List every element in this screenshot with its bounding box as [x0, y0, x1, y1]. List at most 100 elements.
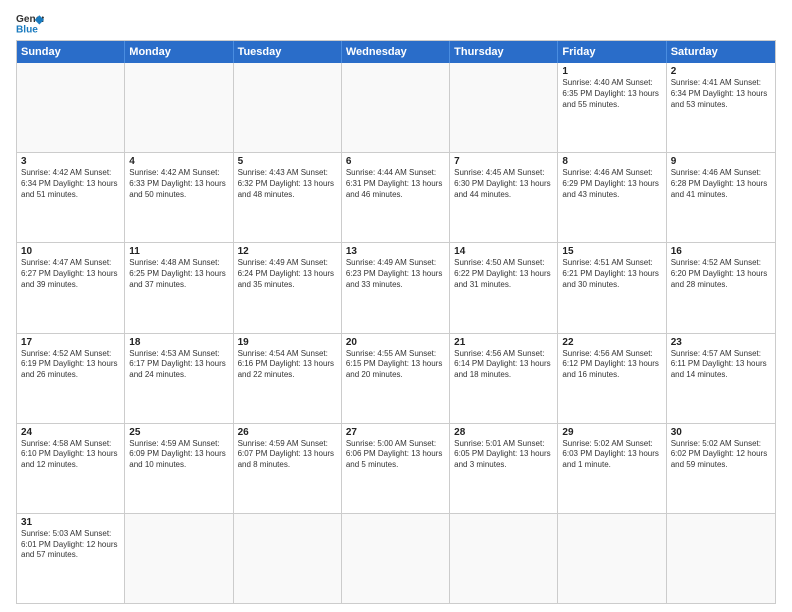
day-number: 24: [21, 427, 120, 438]
cal-cell: 7Sunrise: 4:45 AM Sunset: 6:30 PM Daylig…: [450, 153, 558, 242]
day-number: 27: [346, 427, 445, 438]
cal-cell: 16Sunrise: 4:52 AM Sunset: 6:20 PM Dayli…: [667, 243, 775, 332]
cal-cell: [125, 63, 233, 152]
sun-info: Sunrise: 4:58 AM Sunset: 6:10 PM Dayligh…: [21, 439, 120, 471]
cal-cell: 11Sunrise: 4:48 AM Sunset: 6:25 PM Dayli…: [125, 243, 233, 332]
cal-cell: 29Sunrise: 5:02 AM Sunset: 6:03 PM Dayli…: [558, 424, 666, 513]
day-number: 18: [129, 337, 228, 348]
cal-cell: 20Sunrise: 4:55 AM Sunset: 6:15 PM Dayli…: [342, 334, 450, 423]
sun-info: Sunrise: 4:45 AM Sunset: 6:30 PM Dayligh…: [454, 168, 553, 200]
header-cell-monday: Monday: [125, 41, 233, 63]
svg-text:Blue: Blue: [16, 24, 38, 34]
day-number: 10: [21, 246, 120, 257]
header-cell-sunday: Sunday: [17, 41, 125, 63]
cal-cell: [17, 63, 125, 152]
calendar-row-2: 10Sunrise: 4:47 AM Sunset: 6:27 PM Dayli…: [17, 242, 775, 332]
sun-info: Sunrise: 4:41 AM Sunset: 6:34 PM Dayligh…: [671, 78, 771, 110]
sun-info: Sunrise: 4:40 AM Sunset: 6:35 PM Dayligh…: [562, 78, 661, 110]
cal-cell: 9Sunrise: 4:46 AM Sunset: 6:28 PM Daylig…: [667, 153, 775, 242]
sun-info: Sunrise: 4:53 AM Sunset: 6:17 PM Dayligh…: [129, 349, 228, 381]
cal-cell: 3Sunrise: 4:42 AM Sunset: 6:34 PM Daylig…: [17, 153, 125, 242]
sun-info: Sunrise: 5:00 AM Sunset: 6:06 PM Dayligh…: [346, 439, 445, 471]
day-number: 14: [454, 246, 553, 257]
cal-cell: 2Sunrise: 4:41 AM Sunset: 6:34 PM Daylig…: [667, 63, 775, 152]
cal-cell: 8Sunrise: 4:46 AM Sunset: 6:29 PM Daylig…: [558, 153, 666, 242]
sun-info: Sunrise: 4:55 AM Sunset: 6:15 PM Dayligh…: [346, 349, 445, 381]
cal-cell: [667, 514, 775, 603]
day-number: 12: [238, 246, 337, 257]
cal-cell: 17Sunrise: 4:52 AM Sunset: 6:19 PM Dayli…: [17, 334, 125, 423]
sun-info: Sunrise: 4:50 AM Sunset: 6:22 PM Dayligh…: [454, 258, 553, 290]
cal-cell: 27Sunrise: 5:00 AM Sunset: 6:06 PM Dayli…: [342, 424, 450, 513]
cal-cell: [234, 63, 342, 152]
sun-info: Sunrise: 5:03 AM Sunset: 6:01 PM Dayligh…: [21, 529, 120, 561]
day-number: 31: [21, 517, 120, 528]
cal-cell: 6Sunrise: 4:44 AM Sunset: 6:31 PM Daylig…: [342, 153, 450, 242]
cal-cell: 10Sunrise: 4:47 AM Sunset: 6:27 PM Dayli…: [17, 243, 125, 332]
day-number: 4: [129, 156, 228, 167]
sun-info: Sunrise: 4:52 AM Sunset: 6:19 PM Dayligh…: [21, 349, 120, 381]
cal-cell: 1Sunrise: 4:40 AM Sunset: 6:35 PM Daylig…: [558, 63, 666, 152]
cal-cell: 24Sunrise: 4:58 AM Sunset: 6:10 PM Dayli…: [17, 424, 125, 513]
cal-cell: [450, 63, 558, 152]
sun-info: Sunrise: 4:42 AM Sunset: 6:33 PM Dayligh…: [129, 168, 228, 200]
cal-cell: 4Sunrise: 4:42 AM Sunset: 6:33 PM Daylig…: [125, 153, 233, 242]
day-number: 1: [562, 66, 661, 77]
cal-cell: 31Sunrise: 5:03 AM Sunset: 6:01 PM Dayli…: [17, 514, 125, 603]
day-number: 22: [562, 337, 661, 348]
sun-info: Sunrise: 4:52 AM Sunset: 6:20 PM Dayligh…: [671, 258, 771, 290]
day-number: 29: [562, 427, 661, 438]
cal-cell: 25Sunrise: 4:59 AM Sunset: 6:09 PM Dayli…: [125, 424, 233, 513]
sun-info: Sunrise: 4:59 AM Sunset: 6:07 PM Dayligh…: [238, 439, 337, 471]
sun-info: Sunrise: 4:42 AM Sunset: 6:34 PM Dayligh…: [21, 168, 120, 200]
day-number: 11: [129, 246, 228, 257]
cal-cell: [558, 514, 666, 603]
day-number: 9: [671, 156, 771, 167]
day-number: 6: [346, 156, 445, 167]
header-cell-thursday: Thursday: [450, 41, 558, 63]
cal-cell: [450, 514, 558, 603]
calendar-body: 1Sunrise: 4:40 AM Sunset: 6:35 PM Daylig…: [17, 63, 775, 603]
sun-info: Sunrise: 4:59 AM Sunset: 6:09 PM Dayligh…: [129, 439, 228, 471]
header: General Blue: [16, 12, 776, 34]
sun-info: Sunrise: 4:49 AM Sunset: 6:24 PM Dayligh…: [238, 258, 337, 290]
calendar-row-3: 17Sunrise: 4:52 AM Sunset: 6:19 PM Dayli…: [17, 333, 775, 423]
cal-cell: 21Sunrise: 4:56 AM Sunset: 6:14 PM Dayli…: [450, 334, 558, 423]
cal-cell: 13Sunrise: 4:49 AM Sunset: 6:23 PM Dayli…: [342, 243, 450, 332]
cal-cell: [234, 514, 342, 603]
day-number: 30: [671, 427, 771, 438]
sun-info: Sunrise: 4:46 AM Sunset: 6:28 PM Dayligh…: [671, 168, 771, 200]
sun-info: Sunrise: 4:54 AM Sunset: 6:16 PM Dayligh…: [238, 349, 337, 381]
calendar-row-1: 3Sunrise: 4:42 AM Sunset: 6:34 PM Daylig…: [17, 152, 775, 242]
cal-cell: 28Sunrise: 5:01 AM Sunset: 6:05 PM Dayli…: [450, 424, 558, 513]
cal-cell: [342, 514, 450, 603]
day-number: 20: [346, 337, 445, 348]
sun-info: Sunrise: 4:49 AM Sunset: 6:23 PM Dayligh…: [346, 258, 445, 290]
sun-info: Sunrise: 4:51 AM Sunset: 6:21 PM Dayligh…: [562, 258, 661, 290]
header-cell-tuesday: Tuesday: [234, 41, 342, 63]
cal-cell: 23Sunrise: 4:57 AM Sunset: 6:11 PM Dayli…: [667, 334, 775, 423]
cal-cell: 5Sunrise: 4:43 AM Sunset: 6:32 PM Daylig…: [234, 153, 342, 242]
day-number: 23: [671, 337, 771, 348]
header-cell-wednesday: Wednesday: [342, 41, 450, 63]
sun-info: Sunrise: 4:57 AM Sunset: 6:11 PM Dayligh…: [671, 349, 771, 381]
day-number: 25: [129, 427, 228, 438]
sun-info: Sunrise: 4:48 AM Sunset: 6:25 PM Dayligh…: [129, 258, 228, 290]
logo: General Blue: [16, 12, 44, 34]
calendar-row-5: 31Sunrise: 5:03 AM Sunset: 6:01 PM Dayli…: [17, 513, 775, 603]
day-number: 21: [454, 337, 553, 348]
day-number: 3: [21, 156, 120, 167]
day-number: 15: [562, 246, 661, 257]
day-number: 5: [238, 156, 337, 167]
page: General Blue SundayMondayTuesdayWednesda…: [0, 0, 792, 612]
sun-info: Sunrise: 4:44 AM Sunset: 6:31 PM Dayligh…: [346, 168, 445, 200]
day-number: 2: [671, 66, 771, 77]
cal-cell: 18Sunrise: 4:53 AM Sunset: 6:17 PM Dayli…: [125, 334, 233, 423]
cal-cell: [342, 63, 450, 152]
sun-info: Sunrise: 4:56 AM Sunset: 6:12 PM Dayligh…: [562, 349, 661, 381]
generalblue-icon: General Blue: [16, 12, 44, 34]
day-number: 26: [238, 427, 337, 438]
cal-cell: 14Sunrise: 4:50 AM Sunset: 6:22 PM Dayli…: [450, 243, 558, 332]
sun-info: Sunrise: 4:47 AM Sunset: 6:27 PM Dayligh…: [21, 258, 120, 290]
sun-info: Sunrise: 5:01 AM Sunset: 6:05 PM Dayligh…: [454, 439, 553, 471]
